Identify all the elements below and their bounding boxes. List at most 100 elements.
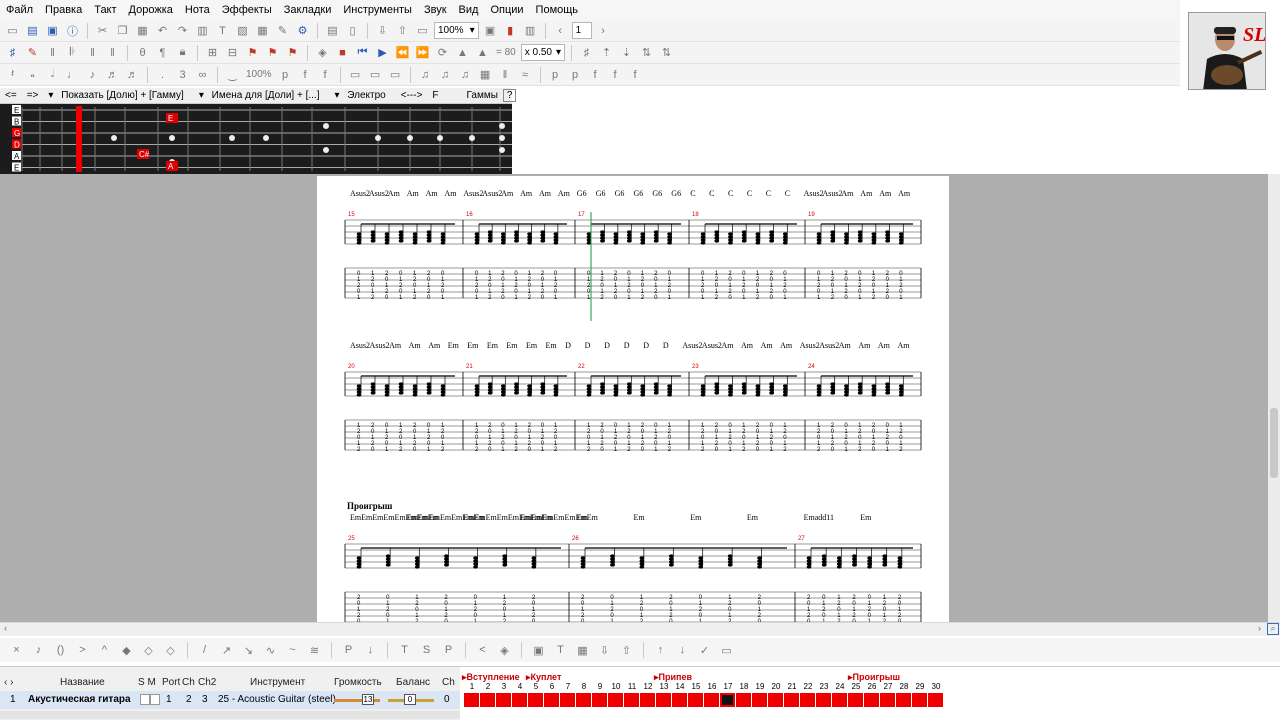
dynamic2-icon[interactable]: p [567, 66, 584, 83]
print-icon[interactable]: ▣ [482, 22, 499, 39]
speaker-icon[interactable]: ◈ [314, 44, 331, 61]
layout-c-icon[interactable]: ▭ [387, 66, 404, 83]
timeline-bar[interactable] [688, 693, 703, 707]
export-icon[interactable]: ⇧ [394, 22, 411, 39]
half-note-icon[interactable]: 𝅗𝅥 [44, 66, 61, 83]
timeline-bar[interactable] [624, 693, 639, 707]
quarter-note-icon[interactable]: ♩ [64, 66, 81, 83]
layout-b-icon[interactable]: ▭ [367, 66, 384, 83]
scroll-right-icon[interactable]: › [1258, 623, 1261, 633]
beam-icon[interactable]: ♫ [457, 66, 474, 83]
timeline-bar[interactable] [480, 693, 495, 707]
natural-harmonic-icon[interactable]: ◇ [140, 642, 157, 659]
beat-tool-icon[interactable]: ♯ [4, 44, 21, 61]
heavy-accent-icon[interactable]: ^ [96, 642, 113, 659]
menu-item-8[interactable]: Звук [418, 0, 453, 20]
track-name[interactable]: Акустическая гитара [28, 694, 131, 705]
score-canvas[interactable]: Asus2Asus2Am Am Am Am Asus2Asus2Am Am Am Am G6 G6… [317, 176, 949, 624]
timeline-bar[interactable] [864, 693, 879, 707]
pop-icon[interactable]: P [440, 642, 457, 659]
page-input[interactable]: 1 [571, 22, 592, 39]
play-icon[interactable]: ▶ [374, 44, 391, 61]
chord-icon[interactable]: ♫ [417, 66, 434, 83]
track-instrument[interactable]: 25 - Acoustic Guitar (steel) [218, 694, 336, 705]
timeline-bar[interactable] [896, 693, 911, 707]
text-icon[interactable]: T [214, 22, 231, 39]
dot-icon[interactable]: . [154, 66, 171, 83]
fade-in-icon[interactable]: < [474, 642, 491, 659]
timeline-bar[interactable] [528, 693, 543, 707]
track-panel-scrollbar[interactable] [0, 711, 460, 719]
marker3-icon[interactable]: ⚑ [284, 44, 301, 61]
up-icon[interactable]: ⇡ [598, 44, 615, 61]
timeline-bar[interactable] [496, 693, 511, 707]
menu-item-0[interactable]: Файл [0, 0, 39, 20]
release-icon[interactable]: ↘ [240, 642, 257, 659]
score-page[interactable]: Asus2 Asus2 Am Am Am Am Asus2 Asus2 Am Am Am Am G6 G6… [317, 176, 949, 624]
scrollbar-thumb[interactable] [1270, 408, 1278, 478]
notes-icon[interactable]: ♫ [437, 66, 454, 83]
dynamic-icon[interactable]: p [547, 66, 564, 83]
undo-icon[interactable]: ↶ [154, 22, 171, 39]
mute-checkbox[interactable] [150, 694, 160, 705]
dead-note-icon[interactable]: × [8, 642, 25, 659]
tie-icon[interactable]: ‿ [224, 66, 241, 83]
timeline-bar[interactable] [816, 693, 831, 707]
menu-item-5[interactable]: Эффекты [216, 0, 278, 20]
dynamic3-icon[interactable]: f [587, 66, 604, 83]
info-icon[interactable]: ⓘ [64, 22, 81, 39]
panel-icon[interactable]: ▭ [718, 642, 735, 659]
timeline-bar[interactable] [544, 693, 559, 707]
key-value[interactable]: F [427, 90, 443, 101]
speed-select[interactable]: x 0.50 ▾ [520, 44, 566, 61]
timeline-bar[interactable] [784, 693, 799, 707]
timeline-bar[interactable] [592, 693, 607, 707]
timeline-bar[interactable] [656, 693, 671, 707]
dynamic4-icon[interactable]: f [607, 66, 624, 83]
metronome-icon[interactable]: ▲ [454, 44, 471, 61]
timeline-bar[interactable] [512, 693, 527, 707]
chord-diagram-icon[interactable]: ▦ [574, 642, 591, 659]
mix2-icon[interactable]: ⇅ [658, 44, 675, 61]
palm-mute-icon[interactable]: P [340, 642, 357, 659]
book-icon[interactable]: ▮ [502, 22, 519, 39]
open-file-icon[interactable]: ▤ [24, 22, 41, 39]
bar-start-icon[interactable]: ‖ [44, 44, 61, 61]
accent-icon[interactable]: > [74, 642, 91, 659]
menu-item-9[interactable]: Вид [453, 0, 485, 20]
grid2-icon[interactable]: ▦ [477, 66, 494, 83]
wave-icon[interactable]: ≈ [517, 66, 534, 83]
down-icon[interactable]: ⇣ [618, 44, 635, 61]
menu-item-11[interactable]: Помощь [530, 0, 585, 20]
menu-item-3[interactable]: Дорожка [123, 0, 179, 20]
tremolo-icon[interactable]: ≋ [306, 642, 323, 659]
slap-icon[interactable]: S [418, 642, 435, 659]
menu-item-4[interactable]: Нота [179, 0, 216, 20]
track-port[interactable]: 1 [166, 694, 172, 705]
scales-button[interactable]: Гаммы [462, 90, 503, 101]
image-icon[interactable]: ▧ [234, 22, 251, 39]
sound-dropdown[interactable]: ▾ Электро [329, 90, 395, 101]
keyboard-icon[interactable]: ▥ [522, 22, 539, 39]
timeline-bar[interactable] [752, 693, 767, 707]
timeline-bar[interactable] [880, 693, 895, 707]
track-nav-icon[interactable]: ‹ › [4, 677, 13, 688]
countdown-icon[interactable]: ▲ [474, 44, 491, 61]
menu-item-7[interactable]: Инструменты [337, 0, 418, 20]
redo-icon[interactable]: ↷ [174, 22, 191, 39]
fretboard-canvas[interactable]: EBGDAEEC#A [0, 104, 512, 174]
thirty-second-note-icon[interactable]: ♬ [124, 66, 141, 83]
vibrato-icon[interactable]: ∿ [262, 642, 279, 659]
timeline-bar[interactable] [576, 693, 591, 707]
forward-icon[interactable]: ⏩ [414, 44, 431, 61]
track-channel2[interactable]: 3 [202, 694, 208, 705]
menu-item-10[interactable]: Опции [484, 0, 529, 20]
copy-icon[interactable]: ❐ [114, 22, 131, 39]
parenthesis-icon[interactable]: () [52, 642, 69, 659]
save-icon[interactable]: ▣ [44, 22, 61, 39]
rewind-icon[interactable]: ⏪ [394, 44, 411, 61]
names-dropdown[interactable]: ▾ Имена для [Доли] + [...] [194, 90, 330, 101]
marker2-icon[interactable]: ⚑ [264, 44, 281, 61]
scroll-left-icon[interactable]: ‹ [4, 623, 7, 633]
marker-icon[interactable]: ⚑ [244, 44, 261, 61]
